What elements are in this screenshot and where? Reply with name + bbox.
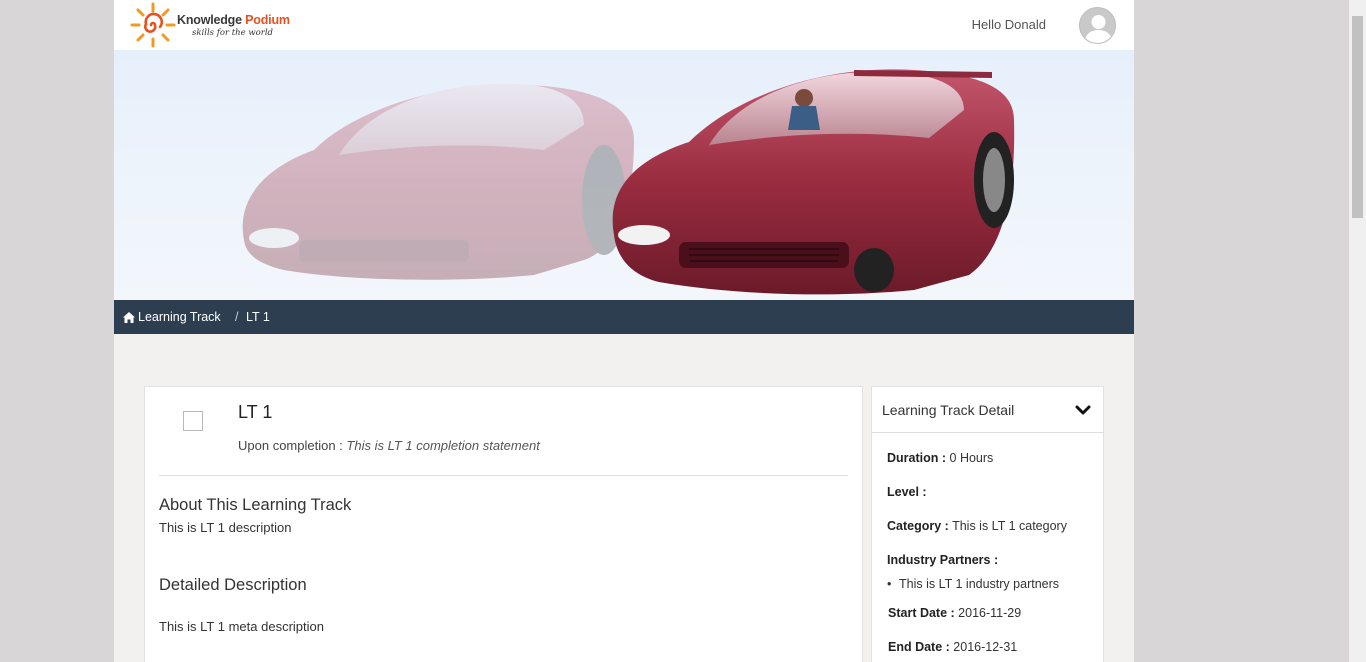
detailed-description-heading: Detailed Description <box>159 576 307 594</box>
duration-row: Duration : 0 Hours <box>887 451 994 465</box>
home-icon <box>123 311 135 323</box>
detailed-description-text: This is LT 1 meta description <box>159 619 324 634</box>
brand-name: Knowledge Podium <box>177 13 290 27</box>
card-divider <box>159 475 848 476</box>
breadcrumb-home-label: Learning Track <box>138 310 221 324</box>
page: Knowledge Podium skills for the world He… <box>114 0 1134 662</box>
end-date-row: End Date : 2016-12-31 <box>888 640 1018 654</box>
about-text: This is LT 1 description <box>159 520 292 535</box>
learning-track-card: LT 1 Upon completion : This is LT 1 comp… <box>144 386 863 662</box>
start-date-value: 2016-11-29 <box>958 606 1022 620</box>
detail-panel-title: Learning Track Detail <box>882 402 1015 418</box>
category-row: Category : This is LT 1 category <box>887 519 1067 533</box>
start-date-row: Start Date : 2016-11-29 <box>888 606 1022 620</box>
detail-panel-header[interactable]: Learning Track Detail <box>872 387 1103 433</box>
breadcrumb: Learning Track / LT 1 <box>114 300 1134 334</box>
user-avatar-icon[interactable] <box>1079 7 1116 44</box>
track-thumbnail <box>183 411 203 431</box>
breadcrumb-current: LT 1 <box>246 310 270 324</box>
industry-partner-item: • This is LT 1 industry partners <box>887 577 1060 591</box>
hero-banner-image <box>114 50 1134 300</box>
sun-logo-icon <box>130 2 176 48</box>
page-scrollbar[interactable] <box>1349 0 1366 662</box>
category-value: This is LT 1 category <box>952 519 1067 533</box>
learning-track-detail-panel: Learning Track Detail Duration : 0 Hours… <box>871 386 1104 662</box>
industry-partners-label: Industry Partners : <box>887 553 999 567</box>
about-heading: About This Learning Track <box>159 496 352 514</box>
duration-value: 0 Hours <box>949 451 994 465</box>
breadcrumb-separator: / <box>235 310 239 324</box>
chevron-down-icon[interactable] <box>1075 404 1091 416</box>
user-greeting[interactable]: Hello Donald <box>972 17 1046 32</box>
top-bar: Knowledge Podium skills for the world He… <box>114 0 1134 50</box>
brand-tagline: skills for the world <box>192 28 273 38</box>
completion-statement: Upon completion : This is LT 1 completio… <box>238 438 540 453</box>
track-title: LT 1 <box>238 402 273 422</box>
end-date-value: 2016-12-31 <box>953 640 1018 654</box>
level-row: Level : <box>887 485 927 499</box>
scrollbar-thumb[interactable] <box>1352 16 1363 218</box>
breadcrumb-home-link[interactable]: Learning Track <box>123 310 221 324</box>
brand-logo[interactable]: Knowledge Podium skills for the world <box>130 2 290 48</box>
